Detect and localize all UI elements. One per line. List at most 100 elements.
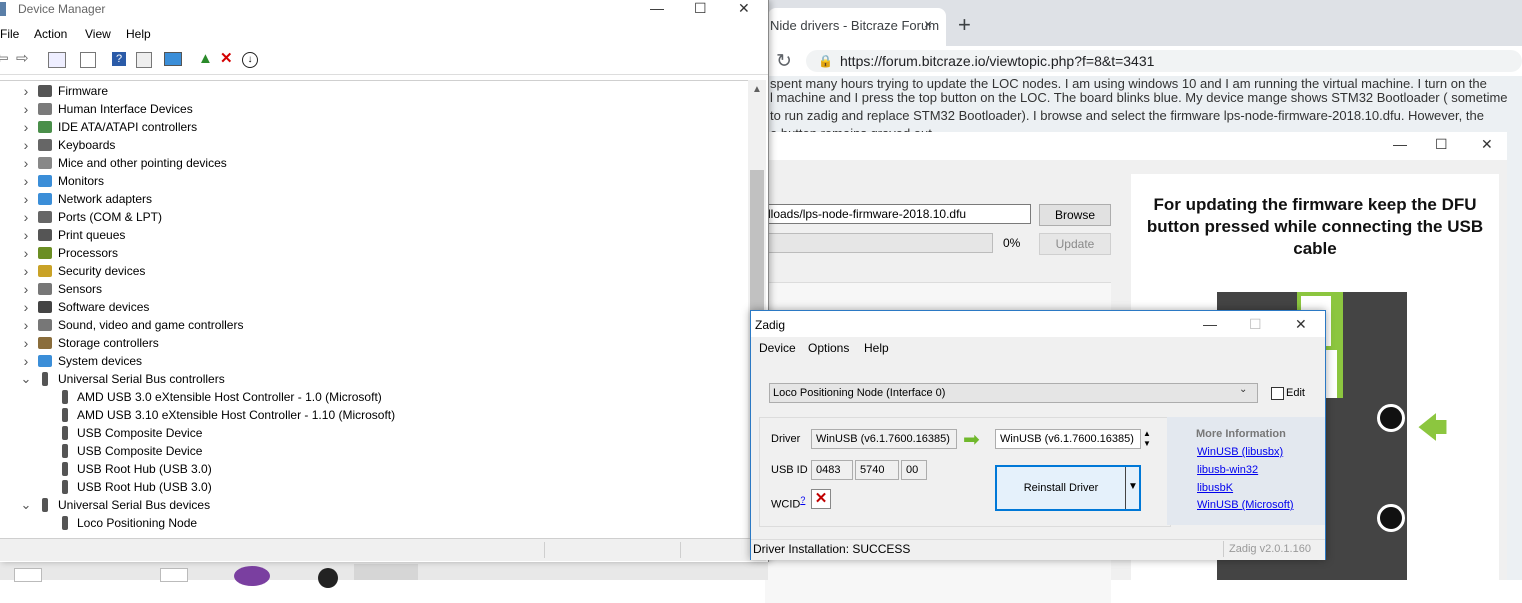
taskbar-edge-button[interactable] <box>354 564 418 580</box>
taskbar-app-icon[interactable] <box>234 566 270 586</box>
zadig-menu-help[interactable]: Help <box>864 341 889 355</box>
chevron-down-icon[interactable]: ⌄ <box>1239 384 1247 395</box>
maximize-button[interactable]: ☐ <box>694 0 707 17</box>
collapse-arrow-icon[interactable]: › <box>20 316 32 334</box>
collapse-arrow-icon[interactable]: › <box>20 244 32 262</box>
wcid-help-link[interactable]: ? <box>800 495 805 505</box>
tree-label[interactable]: USB Root Hub (USB 3.0) <box>77 460 212 478</box>
tree-category[interactable]: ⌄ Universal Serial Bus devices <box>0 496 746 514</box>
tree-label[interactable]: AMD USB 3.0 eXtensible Host Controller -… <box>77 388 382 406</box>
tree-category[interactable]: › Keyboards <box>0 136 746 154</box>
monitor-icon[interactable] <box>164 52 182 66</box>
tree-device[interactable]: AMD USB 3.0 eXtensible Host Controller -… <box>0 388 746 406</box>
reinstall-driver-button[interactable]: Reinstall Driver ▼ <box>995 465 1141 511</box>
tree-device[interactable]: AMD USB 3.10 eXtensible Host Controller … <box>0 406 746 424</box>
menu-help[interactable]: Help <box>126 27 151 41</box>
collapse-arrow-icon[interactable]: › <box>20 172 32 190</box>
minimize-button[interactable]: — <box>650 0 664 16</box>
tree-category[interactable]: › IDE ATA/ATAPI controllers <box>0 118 746 136</box>
tree-category[interactable]: › Security devices <box>0 262 746 280</box>
tree-label[interactable]: Sensors <box>58 280 102 298</box>
tree-label[interactable]: Universal Serial Bus devices <box>58 496 210 514</box>
browse-button[interactable]: Browse <box>1039 204 1111 226</box>
link-winusb-libusbx[interactable]: WinUSB (libusbx) <box>1197 446 1283 458</box>
collapse-arrow-icon[interactable]: › <box>20 190 32 208</box>
collapse-arrow-icon[interactable]: › <box>20 154 32 172</box>
download-icon[interactable]: ↓ <box>242 52 258 68</box>
zadig-menu-device[interactable]: Device <box>759 341 796 355</box>
tree-label[interactable]: Storage controllers <box>58 334 159 352</box>
spinner-up-icon[interactable]: ▲ <box>1143 429 1151 438</box>
collapse-arrow-icon[interactable]: › <box>20 352 32 370</box>
lock-icon[interactable]: 🔒 <box>818 54 833 68</box>
target-driver-field[interactable]: WinUSB (v6.1.7600.16385) <box>995 429 1141 449</box>
zadig-menu-options[interactable]: Options <box>808 341 849 355</box>
tree-device[interactable]: USB Root Hub (USB 3.0) <box>0 478 746 496</box>
collapse-arrow-icon[interactable]: › <box>20 136 32 154</box>
menu-file[interactable]: File <box>0 27 19 41</box>
tree-label[interactable]: Network adapters <box>58 190 152 208</box>
update-button[interactable]: Update <box>1039 233 1111 255</box>
collapse-arrow-icon[interactable]: › <box>20 226 32 244</box>
device-select[interactable]: Loco Positioning Node (Interface 0) <box>769 383 1258 403</box>
menu-action[interactable]: Action <box>34 27 67 41</box>
collapse-arrow-icon[interactable]: › <box>20 100 32 118</box>
tree-label[interactable]: AMD USB 3.10 eXtensible Host Controller … <box>77 406 395 424</box>
reinstall-driver-label[interactable]: Reinstall Driver <box>997 467 1125 509</box>
tree-category[interactable]: › Software devices <box>0 298 746 316</box>
tree-category[interactable]: › Print queues <box>0 226 746 244</box>
tree-category[interactable]: › Mice and other pointing devices <box>0 154 746 172</box>
collapse-arrow-icon[interactable]: › <box>20 208 32 226</box>
collapse-arrow-icon[interactable]: › <box>20 298 32 316</box>
tree-device[interactable]: USB Root Hub (USB 3.0) <box>0 460 746 478</box>
tree-label[interactable]: Ports (COM & LPT) <box>58 208 162 226</box>
reload-icon[interactable]: ↻ <box>776 50 792 73</box>
show-hidden-icon[interactable] <box>80 52 96 68</box>
tree-category[interactable]: › System devices <box>0 352 746 370</box>
zadig-maximize-button[interactable]: ☐ <box>1249 316 1262 333</box>
tree-category[interactable]: › Monitors <box>0 172 746 190</box>
tree-label[interactable]: Software devices <box>58 298 149 316</box>
tree-label[interactable]: Firmware <box>58 82 108 100</box>
tree-label[interactable]: Universal Serial Bus controllers <box>58 370 225 388</box>
tree-label[interactable]: IDE ATA/ATAPI controllers <box>58 118 197 136</box>
close-button[interactable]: ✕ <box>738 0 750 17</box>
tree-category[interactable]: › Network adapters <box>0 190 746 208</box>
address-bar-url[interactable]: https://forum.bitcraze.io/viewtopic.php?… <box>840 53 1154 69</box>
tree-label[interactable]: USB Composite Device <box>77 424 202 442</box>
browser-tab-title[interactable]: Nide drivers - Bitcraze Forum <box>770 18 939 33</box>
edit-checkbox[interactable] <box>1271 387 1284 400</box>
collapse-arrow-icon[interactable]: › <box>20 82 32 100</box>
link-libusbk[interactable]: libusbK <box>1197 482 1233 494</box>
new-tab-icon[interactable]: + <box>958 12 971 38</box>
tree-label[interactable]: Sound, video and game controllers <box>58 316 243 334</box>
forward-icon[interactable]: ⇨ <box>16 50 29 68</box>
collapse-arrow-icon[interactable]: › <box>20 262 32 280</box>
taskbar-app-icon[interactable] <box>318 568 338 588</box>
tree-category[interactable]: › Firmware <box>0 82 746 100</box>
tree-category[interactable]: › Processors <box>0 244 746 262</box>
menu-view[interactable]: View <box>85 27 111 41</box>
browser-tab-close-icon[interactable]: × <box>924 16 932 32</box>
scroll-up-icon[interactable]: ▲ <box>748 84 766 95</box>
tree-label[interactable]: Mice and other pointing devices <box>58 154 227 172</box>
zadig-close-button[interactable]: ✕ <box>1295 316 1307 333</box>
tree-category[interactable]: ⌄ Universal Serial Bus controllers <box>0 370 746 388</box>
details-icon[interactable] <box>136 52 152 68</box>
tree-label[interactable]: Human Interface Devices <box>58 100 193 118</box>
tree-label[interactable]: USB Composite Device <box>77 442 202 460</box>
tree-category[interactable]: › Sound, video and game controllers <box>0 316 746 334</box>
tree-label[interactable]: USB Root Hub (USB 3.0) <box>77 478 212 496</box>
tree-label[interactable]: Monitors <box>58 172 104 190</box>
tree-device[interactable]: Loco Positioning Node <box>0 514 746 532</box>
tree-category[interactable]: › Human Interface Devices <box>0 100 746 118</box>
back-icon[interactable]: ⇦ <box>0 50 9 68</box>
collapse-arrow-icon[interactable]: › <box>20 280 32 298</box>
collapse-arrow-icon[interactable]: › <box>20 334 32 352</box>
tree-label[interactable]: System devices <box>58 352 142 370</box>
spinner-down-icon[interactable]: ▼ <box>1143 439 1151 448</box>
firmware-path-input[interactable]: lloads/lps-node-firmware-2018.10.dfu <box>765 204 1031 224</box>
tree-label[interactable]: Security devices <box>58 262 145 280</box>
collapse-arrow-icon[interactable]: › <box>20 118 32 136</box>
updater-maximize-button[interactable]: ☐ <box>1435 136 1448 153</box>
